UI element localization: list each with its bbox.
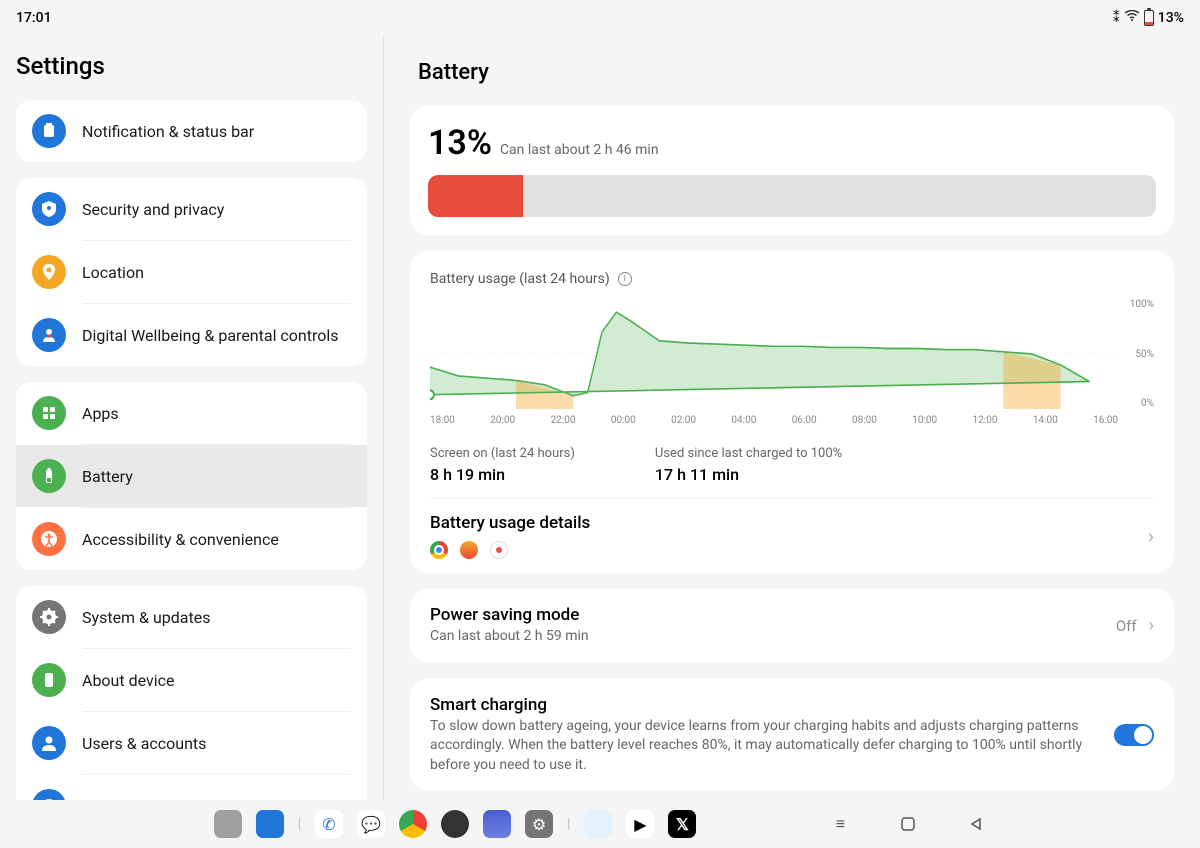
sidebar-item-system-updates[interactable]: System & updates bbox=[16, 586, 367, 648]
battery-usage-details-row[interactable]: Battery usage details › bbox=[430, 513, 1154, 559]
since-charge-label: Used since last charged to 100% bbox=[655, 446, 842, 461]
page-title: Settings bbox=[16, 36, 367, 100]
screen-on-stat: Screen on (last 24 hours) 8 h 19 min bbox=[430, 446, 575, 484]
since-charge-stat: Used since last charged to 100% 17 h 11 … bbox=[655, 446, 842, 484]
chart-x-labels: 18:0020:0022:0000:0002:0004:0006:0008:00… bbox=[430, 409, 1154, 426]
power-saving-title: Power saving mode bbox=[430, 605, 1104, 625]
since-charge-value: 17 h 11 min bbox=[655, 465, 842, 484]
power-saving-state: Off bbox=[1116, 617, 1137, 635]
google-icon bbox=[32, 789, 66, 800]
info-icon[interactable]: i bbox=[618, 272, 632, 286]
battery-summary-card: 13% Can last about 2 h 46 min bbox=[410, 105, 1174, 235]
sidebar-item-battery[interactable]: Battery bbox=[16, 445, 367, 507]
battery-icon bbox=[32, 459, 66, 493]
swift-app-icon bbox=[460, 541, 478, 559]
bluetooth-icon: ⁑ bbox=[1113, 10, 1120, 26]
nav-back-button[interactable] bbox=[966, 814, 986, 834]
sidebar-item-label: Battery bbox=[82, 467, 133, 486]
sidebar-item-accessibility-convenience[interactable]: Accessibility & convenience bbox=[16, 508, 367, 570]
chevron-right-icon: › bbox=[1148, 524, 1154, 548]
shield-icon bbox=[32, 192, 66, 226]
sidebar-item-label: System & updates bbox=[82, 608, 210, 627]
sidebar-item-security-and-privacy[interactable]: Security and privacy bbox=[16, 178, 367, 240]
chrome-app-icon bbox=[430, 541, 448, 559]
location-icon bbox=[32, 255, 66, 289]
battery-status-icon bbox=[1144, 10, 1154, 26]
details-title: Battery usage details bbox=[430, 513, 590, 533]
about-icon bbox=[32, 663, 66, 697]
settings-dock-icon[interactable]: ⚙ bbox=[525, 810, 553, 838]
camera-icon[interactable] bbox=[441, 810, 469, 838]
apps-icon bbox=[32, 396, 66, 430]
sidebar-item-about-device[interactable]: About device bbox=[16, 649, 367, 711]
sidebar-item-label: About device bbox=[82, 671, 174, 690]
files-icon[interactable] bbox=[256, 810, 284, 838]
sidebar-item-digital-wellbeing-parental-controls[interactable]: Digital Wellbeing & parental controls bbox=[16, 304, 367, 366]
battery-bar-fill bbox=[428, 175, 523, 217]
dock: | ✆ 💬 ⚙ | ▶ 𝕏 ≡ bbox=[0, 800, 1200, 848]
smart-charging-sub: To slow down battery ageing, your device… bbox=[430, 717, 1102, 776]
system-icon bbox=[32, 600, 66, 634]
main-title: Battery bbox=[410, 36, 1174, 105]
power-saving-row[interactable]: Power saving mode Can last about 2 h 59 … bbox=[410, 589, 1174, 663]
record-app-icon bbox=[490, 541, 508, 559]
sidebar-item-label: Apps bbox=[82, 404, 119, 423]
smart-charging-row[interactable]: Smart charging To slow down battery agei… bbox=[410, 679, 1174, 792]
nav-menu-button[interactable]: ≡ bbox=[830, 814, 850, 834]
screen-on-label: Screen on (last 24 hours) bbox=[430, 446, 575, 461]
sidebar-item-label: Location bbox=[82, 263, 144, 282]
sidebar-item-label: Notification & status bar bbox=[82, 122, 254, 141]
accessibility-icon bbox=[32, 522, 66, 556]
sidebar-item-location[interactable]: Location bbox=[16, 241, 367, 303]
weather-icon[interactable] bbox=[483, 810, 511, 838]
chart-y-labels: 100%50%0% bbox=[1118, 299, 1154, 409]
battery-chart-card: Battery usage (last 24 hours) i 100%50%0… bbox=[410, 251, 1174, 573]
notification-icon bbox=[32, 114, 66, 148]
nav-home-button[interactable] bbox=[898, 814, 918, 834]
smart-charging-toggle[interactable] bbox=[1114, 724, 1154, 746]
phone-icon[interactable]: ✆ bbox=[315, 810, 343, 838]
smart-charging-title: Smart charging bbox=[430, 695, 1102, 715]
sidebar-item-google[interactable]: Google bbox=[16, 775, 367, 800]
wifi-icon bbox=[1124, 10, 1140, 26]
sidebar-item-label: Accessibility & convenience bbox=[82, 530, 279, 549]
dashboard-icon[interactable] bbox=[584, 810, 612, 838]
screen-on-value: 8 h 19 min bbox=[430, 465, 575, 484]
battery-bar bbox=[428, 175, 1156, 217]
sidebar-item-label: Digital Wellbeing & parental controls bbox=[82, 326, 339, 345]
battery-chart bbox=[430, 299, 1118, 409]
play-store-icon[interactable]: ▶ bbox=[626, 810, 654, 838]
chart-title: Battery usage (last 24 hours) bbox=[430, 271, 610, 287]
app-drawer-icon[interactable] bbox=[214, 810, 242, 838]
sidebar-item-users-accounts[interactable]: Users & accounts bbox=[16, 712, 367, 774]
sidebar-item-label: Security and privacy bbox=[82, 200, 224, 219]
x-app-icon[interactable]: 𝕏 bbox=[668, 810, 696, 838]
wellbeing-icon bbox=[32, 318, 66, 352]
battery-percentage: 13% bbox=[428, 123, 492, 163]
sidebar-item-label: Users & accounts bbox=[82, 734, 206, 753]
battery-estimate: Can last about 2 h 46 min bbox=[500, 142, 659, 158]
battery-percent-status: 13% bbox=[1158, 10, 1184, 26]
sidebar-item-notification-status-bar[interactable]: Notification & status bar bbox=[16, 100, 367, 162]
sidebar-item-apps[interactable]: Apps bbox=[16, 382, 367, 444]
chevron-right-icon: › bbox=[1149, 615, 1154, 636]
status-time: 17:01 bbox=[16, 10, 52, 26]
status-icons: ⁑ 13% bbox=[1113, 10, 1184, 26]
chrome-icon[interactable] bbox=[399, 810, 427, 838]
messages-icon[interactable]: 💬 bbox=[357, 810, 385, 838]
power-saving-sub: Can last about 2 h 59 min bbox=[430, 627, 1104, 647]
users-icon bbox=[32, 726, 66, 760]
